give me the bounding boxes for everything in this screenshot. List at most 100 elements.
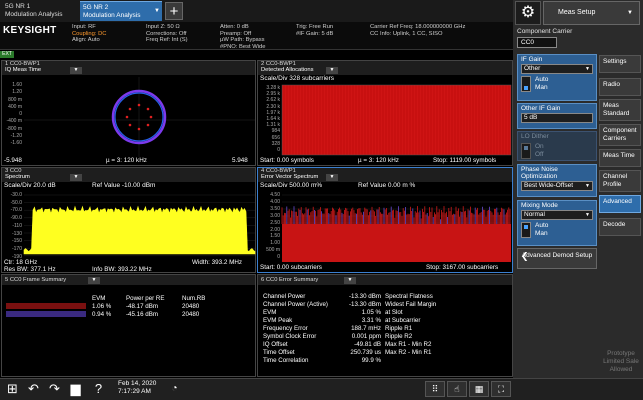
table-cell: 20480 bbox=[182, 302, 200, 310]
grid-layout-icon[interactable]: ▦ bbox=[469, 381, 489, 397]
window-iq-meas-time[interactable]: 1 CC0-BWP1 IQ Meas Time ▼ 1.60 1.20 800 … bbox=[1, 60, 256, 166]
window-spectrum[interactable]: 3 CC0 Spectrum ▼ Scale/Div 20.0 dB Ref V… bbox=[1, 167, 256, 273]
table-cell: EVM Peak bbox=[263, 316, 293, 324]
chevron-down-icon[interactable]: ▼ bbox=[344, 277, 356, 284]
mixing-mode-select[interactable]: Normal ▼ bbox=[521, 210, 593, 220]
table-cell bbox=[463, 324, 503, 332]
table-cell: Spectral Flatness bbox=[385, 292, 433, 300]
gear-icon[interactable]: ⚙ bbox=[515, 1, 541, 25]
table-row[interactable]: IQ Offset -49.81 dB Max R1 - Min R2 bbox=[261, 340, 503, 348]
touch-icon[interactable]: ☝ bbox=[447, 381, 467, 397]
tab-5g-nr-1[interactable]: 5G NR 1 Modulation Analysis bbox=[2, 1, 78, 21]
side-tab-radio[interactable]: Radio bbox=[599, 78, 641, 96]
lo-dither-group: LO Dither On Off bbox=[517, 131, 597, 161]
mixing-auto-man-toggle[interactable]: Auto Man bbox=[521, 222, 593, 238]
meas-setup-label: Meas Setup bbox=[558, 9, 596, 16]
table-cell: Channel Power bbox=[263, 292, 306, 300]
windows-start-icon[interactable]: ⊞ bbox=[4, 381, 21, 397]
component-carrier-field[interactable]: CC0 bbox=[517, 37, 557, 48]
numerology-label: µ = 3: 120 kHz bbox=[106, 157, 147, 164]
other-if-gain-value: 5 dB bbox=[524, 114, 538, 121]
info-pno: #PNO: Best Wide bbox=[220, 44, 266, 51]
if-gain-auto-man-toggle[interactable]: Auto Man bbox=[521, 76, 593, 92]
table-cell: -49.81 dB bbox=[354, 340, 381, 348]
window-layout-icon[interactable]: ⠿ bbox=[425, 381, 445, 397]
y-tick: 3.50 bbox=[270, 205, 280, 212]
folder-icon[interactable]: ▆ bbox=[67, 381, 84, 397]
table-row[interactable]: 0.94 % -45.16 dBm 20480 bbox=[4, 310, 207, 318]
tab-5g-nr-2[interactable]: 5G NR 2 Modulation Analysis ▼ bbox=[80, 1, 162, 21]
channel-color-swatch bbox=[4, 302, 90, 310]
toggle-dot bbox=[524, 225, 528, 229]
fullscreen-icon[interactable]: ⛶ bbox=[491, 381, 511, 397]
side-tab-advanced[interactable]: Advanced bbox=[599, 195, 641, 213]
tab-dropdown-icon[interactable]: ▼ bbox=[154, 7, 160, 15]
meas-setup-menu[interactable]: Meas Setup ▼ bbox=[543, 1, 640, 25]
info-carrier-freq: Carrier Ref Freq: 18.000000000 GHz bbox=[370, 24, 466, 30]
if-gain-select[interactable]: Other ▼ bbox=[521, 64, 593, 74]
ext-badge: EXT bbox=[0, 51, 14, 58]
x-axis-start: Start: 0.00 subcarriers bbox=[260, 264, 322, 271]
other-if-gain-field[interactable]: 5 dB bbox=[521, 113, 593, 123]
table-row[interactable]: Channel Power -13.30 dBm Spectral Flatness bbox=[261, 292, 503, 300]
side-tab-decode[interactable]: Decode bbox=[599, 218, 641, 236]
lo-dither-on-label: On bbox=[535, 143, 544, 150]
table-row[interactable]: Time Offset 250.739 us Max R2 - Min R1 bbox=[261, 348, 503, 356]
table-row[interactable]: EVM 1.05 % at Slot bbox=[261, 308, 503, 316]
table-row[interactable]: Symbol Clock Error 0.001 ppm Ripple R2 bbox=[261, 332, 503, 340]
mixing-man-label: Man bbox=[535, 230, 548, 237]
x-axis-stop: Stop: 1119.00 symbols bbox=[433, 157, 497, 164]
table-row[interactable]: Channel Power (Active) -13.30 dBm Widest F… bbox=[261, 300, 503, 308]
frame-summary-table: EVM Power per RE Num.RB 1.06 % -48.17 dB… bbox=[4, 294, 207, 318]
table-cell: EVM bbox=[263, 308, 277, 316]
table-row[interactable]: 1.06 % -48.17 dBm 20480 bbox=[4, 302, 207, 310]
window-title: 5 CC0 Frame Summary bbox=[5, 277, 67, 283]
side-tab-channel-profile[interactable]: Channel Profile bbox=[599, 170, 641, 192]
mixing-mode-title: Mixing Mode bbox=[521, 202, 558, 209]
window-frame-summary[interactable]: 5 CC0 Frame Summary ▼ EVM Power per RE N… bbox=[1, 274, 256, 377]
other-if-gain-group: Other IF Gain 5 dB bbox=[517, 103, 597, 129]
window-error-vector-spectrum[interactable]: 4 CC0-BWP1 Error Vector Spectrum ▼ Scale… bbox=[257, 167, 513, 273]
instrument-info-bar: KEYSIGHT Input: RF Coupling: DC Align: A… bbox=[0, 22, 513, 50]
table-cell bbox=[463, 300, 503, 308]
info-uw-path: µW Path: Bypass bbox=[220, 37, 265, 44]
table-header: Num.RB bbox=[182, 294, 206, 302]
chevron-down-icon[interactable]: ▼ bbox=[88, 277, 100, 284]
lo-dither-toggle[interactable]: On Off bbox=[521, 143, 593, 159]
span-width-label: Width: 393.2 MHz bbox=[192, 259, 243, 266]
side-tab-meas-time[interactable]: Meas Time bbox=[599, 149, 641, 167]
redo-icon[interactable]: ↷ bbox=[46, 381, 63, 397]
side-tab-settings[interactable]: Settings bbox=[599, 55, 641, 73]
table-row[interactable]: Time Correlation 99.9 % bbox=[261, 356, 503, 364]
table-cell: -48.17 dBm bbox=[126, 302, 158, 310]
table-cell: Channel Power (Active) bbox=[263, 300, 328, 308]
table-header: EVM bbox=[92, 294, 106, 302]
y-tick: 1.50 bbox=[270, 233, 280, 240]
window-error-summary[interactable]: 6 CC0 Error Summary ▼ Channel Power -13.3… bbox=[257, 274, 513, 377]
table-row[interactable]: EVM Peak 3.31 % at Subcarrier bbox=[261, 316, 503, 324]
error-summary-table: Channel Power -13.30 dBm Spectral Flatness… bbox=[261, 292, 503, 364]
undo-icon[interactable]: ↶ bbox=[25, 381, 42, 397]
info-freq-ref: Freq Ref: Int (S) bbox=[146, 37, 188, 44]
side-tab-component-carriers[interactable]: Component Carriers bbox=[599, 124, 641, 146]
table-row[interactable]: Frequency Error 188.7 mHz Ripple R1 bbox=[261, 324, 503, 332]
phase-noise-select[interactable]: Best Wide-Offset ▼ bbox=[521, 181, 593, 191]
table-cell bbox=[463, 308, 503, 316]
advanced-demod-setup-button[interactable]: ❮ Advanced Demod Setup bbox=[517, 248, 597, 269]
res-bw-label: Res BW: 377.1 Hz bbox=[4, 266, 56, 273]
keysight-logo: KEYSIGHT bbox=[3, 25, 57, 36]
y-tick: -90.0 bbox=[10, 215, 22, 222]
add-tab-button[interactable]: + bbox=[165, 2, 183, 20]
window-detected-allocations[interactable]: 2 CC0-BWP1 Detected Allocations ▼ Scale/… bbox=[257, 60, 513, 166]
table-header bbox=[4, 294, 90, 302]
table-header: Power per RE bbox=[126, 294, 165, 302]
chevron-down-icon: ▼ bbox=[585, 183, 590, 189]
if-gain-group: IF Gain Other ▼ Auto Man bbox=[517, 54, 597, 101]
chat-icon[interactable]: ◔ bbox=[166, 381, 183, 397]
side-tab-meas-standard[interactable]: Meas Standard bbox=[599, 99, 641, 121]
y-tick: 1.20 bbox=[12, 89, 22, 96]
table-cell: Time Correlation bbox=[263, 356, 309, 364]
info-column-input: Input: RF Coupling: DC Align: Auto bbox=[72, 24, 106, 44]
help-icon[interactable]: ? bbox=[90, 381, 107, 397]
mixing-auto-label: Auto bbox=[535, 222, 549, 229]
